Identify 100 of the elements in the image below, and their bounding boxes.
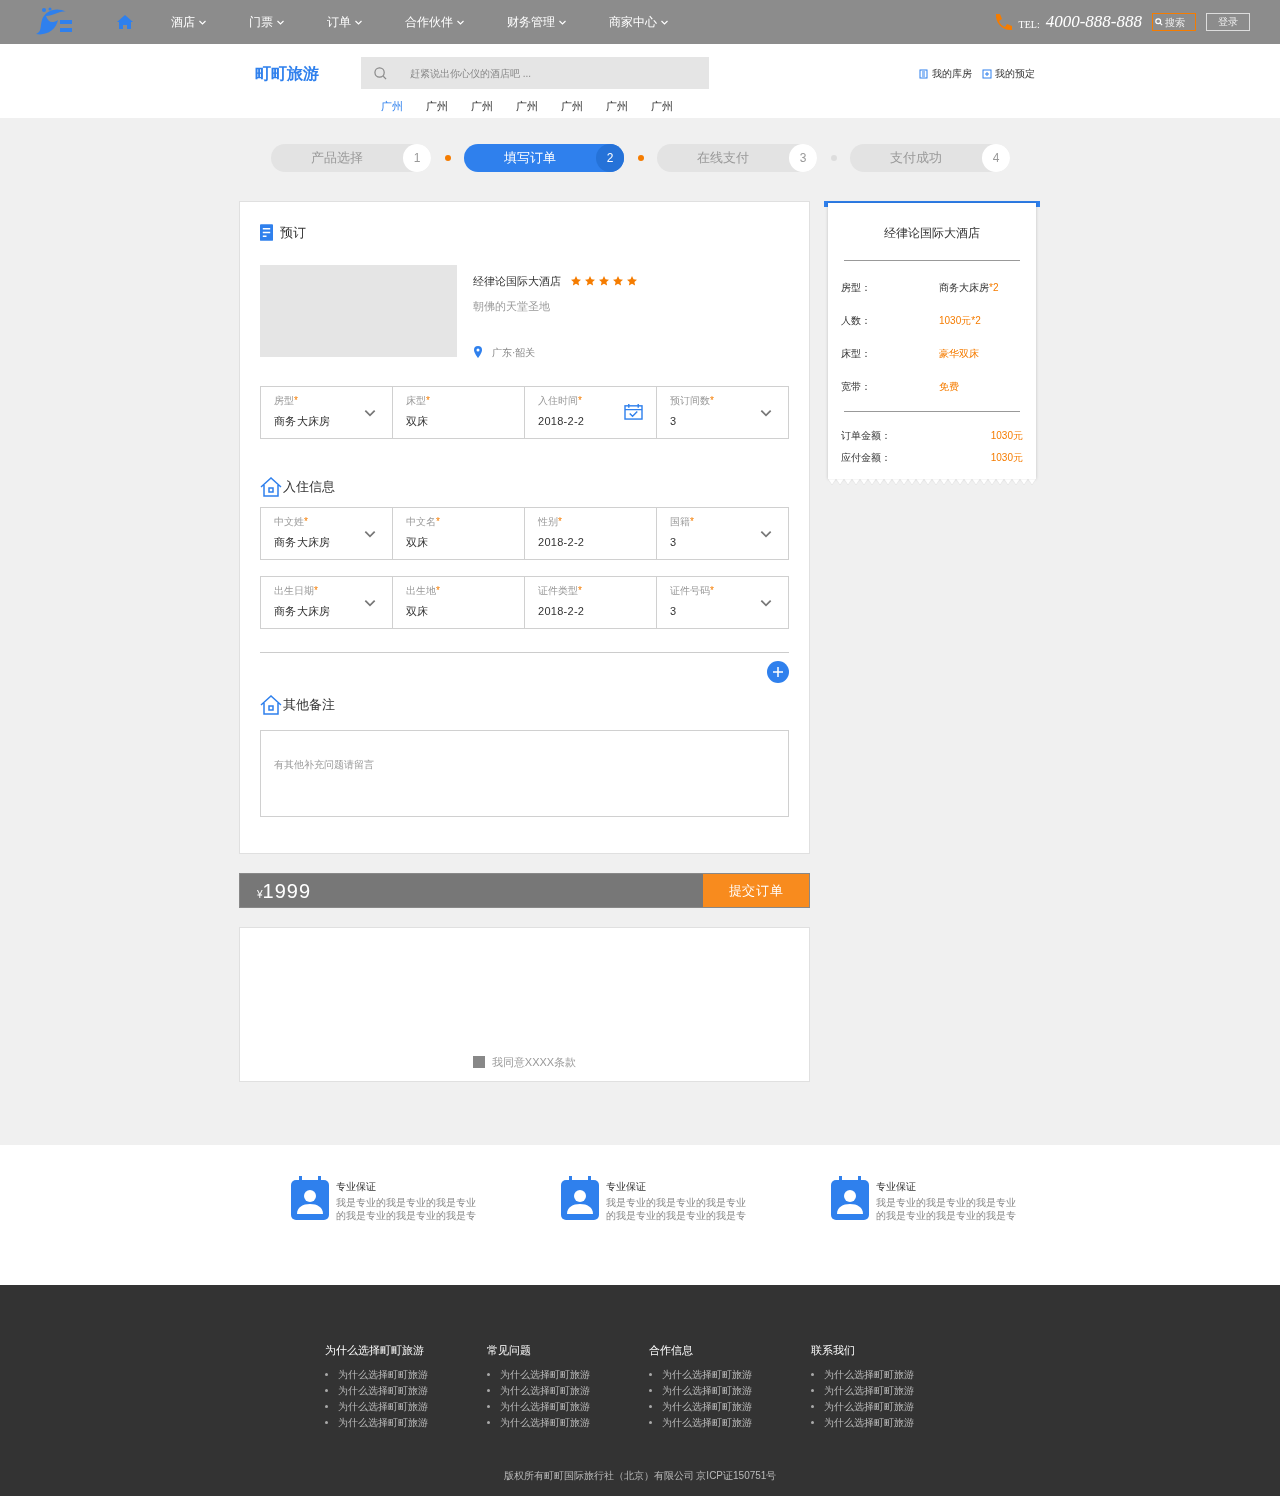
bullet-icon <box>325 1388 328 1392</box>
feature-text: 我是专业的我是专业的我是专业的我是专业的我是专业的我是专 <box>876 1196 1017 1222</box>
house-icon <box>260 476 282 497</box>
checkbox[interactable] <box>472 1055 485 1068</box>
bullet-icon <box>811 1372 814 1376</box>
bullet-icon <box>811 1404 814 1408</box>
footer-link[interactable]: 为什么选择町町旅游 <box>662 1382 752 1398</box>
receipt-value: 商务大床房*2 <box>939 281 999 295</box>
header-link[interactable]: 我的库房 <box>919 66 972 81</box>
receipt-hotel-name: 经律论国际大酒店 <box>883 225 981 242</box>
search-icon <box>374 66 387 80</box>
footer-link[interactable]: 为什么选择町町旅游 <box>824 1366 914 1382</box>
footer-column-title: 常见问题 <box>487 1343 532 1358</box>
plus-icon <box>773 666 783 677</box>
brand-name: 町町旅游 <box>255 64 319 84</box>
footer-column-title: 联系我们 <box>811 1343 856 1358</box>
section-title: 入住信息 <box>283 477 335 496</box>
footer-link[interactable]: 为什么选择町町旅游 <box>824 1414 914 1430</box>
step-label: 支付成功 <box>889 149 943 168</box>
phone-number: 4000-888-888 <box>1045 11 1142 34</box>
receipt-value: 1030元*2 <box>939 314 981 328</box>
footer-link[interactable]: 为什么选择町町旅游 <box>662 1366 752 1382</box>
header-link[interactable]: 我的预定 <box>982 66 1035 81</box>
bullet-icon <box>811 1420 814 1424</box>
city-link[interactable]: 广州 <box>471 98 495 115</box>
receipt-label: 房型： <box>841 281 872 295</box>
receipt-total: 1030元 <box>990 429 1023 443</box>
bullet-icon <box>487 1404 490 1408</box>
footer-link[interactable]: 为什么选择町町旅游 <box>824 1382 914 1398</box>
list-icon <box>919 68 929 79</box>
footer-link[interactable]: 为什么选择町町旅游 <box>338 1398 428 1414</box>
total-price: ¥1999 <box>257 878 312 904</box>
footer-link[interactable]: 为什么选择町町旅游 <box>500 1366 590 1382</box>
footer-link[interactable]: 为什么选择町町旅游 <box>338 1366 428 1382</box>
footer-column-title: 合作信息 <box>649 1343 694 1358</box>
copyright-text: 版权所有町町国际旅行社（北京）有限公司 京ICP证150751号 <box>503 1468 777 1483</box>
receipt-label: 宽带： <box>841 380 872 394</box>
contact-card-icon <box>561 1176 599 1220</box>
bullet-icon <box>487 1388 490 1392</box>
star-icon <box>585 275 595 286</box>
bullet-icon <box>649 1420 652 1424</box>
footer-link[interactable]: 为什么选择町町旅游 <box>500 1414 590 1430</box>
receipt-label: 人数： <box>841 314 872 328</box>
city-link[interactable]: 广州 <box>651 98 675 115</box>
receipt-total: 1030元 <box>990 451 1023 465</box>
city-link[interactable]: 广州 <box>606 98 630 115</box>
step-label: 填写订单 <box>503 149 557 168</box>
footer-link[interactable]: 为什么选择町町旅游 <box>338 1382 428 1398</box>
footer-link[interactable]: 为什么选择町町旅游 <box>338 1414 428 1430</box>
section-title: 其他备注 <box>283 695 335 714</box>
feature-title: 专业保证 <box>606 1180 647 1194</box>
add-button[interactable] <box>767 660 789 683</box>
contact-card-icon <box>291 1176 329 1220</box>
step-number: 3 <box>789 144 817 172</box>
bullet-icon <box>487 1372 490 1376</box>
star-icon <box>613 275 623 286</box>
footer-link[interactable]: 为什么选择町町旅游 <box>662 1398 752 1414</box>
city-link[interactable]: 广州 <box>381 98 405 115</box>
section-title: 预订 <box>280 224 306 242</box>
bullet-icon <box>325 1372 328 1376</box>
footer-link[interactable]: 为什么选择町町旅游 <box>500 1382 590 1398</box>
bullet-icon <box>649 1404 652 1408</box>
star-icon <box>599 275 609 286</box>
bullet-icon <box>325 1404 328 1408</box>
plus-square-icon <box>982 68 992 79</box>
footer-link[interactable]: 为什么选择町町旅游 <box>500 1398 590 1414</box>
step-label: 在线支付 <box>696 149 750 168</box>
receipt-label: 应付金额： <box>841 451 891 465</box>
footer-link[interactable]: 为什么选择町町旅游 <box>662 1414 752 1430</box>
step-number: 4 <box>982 144 1010 172</box>
hotel-name: 经律论国际大酒店 <box>473 273 561 289</box>
city-link[interactable]: 广州 <box>561 98 585 115</box>
city-link[interactable]: 广州 <box>426 98 450 115</box>
feature-title: 专业保证 <box>336 1180 377 1194</box>
footer-link[interactable]: 为什么选择町町旅游 <box>824 1398 914 1414</box>
bullet-icon <box>649 1372 652 1376</box>
house-icon <box>260 694 282 715</box>
step-number: 2 <box>596 144 624 172</box>
receipt-label: 床型： <box>841 347 872 361</box>
city-link[interactable]: 广州 <box>516 98 540 115</box>
notes-field[interactable]: 有其他补充问题请留言 <box>260 729 789 817</box>
bullet-icon <box>487 1420 490 1424</box>
step-number: 1 <box>403 144 431 172</box>
bullet-icon <box>325 1420 328 1424</box>
receipt-value: 免费 <box>939 380 959 394</box>
hotel-subtitle: 朝佛的天堂圣地 <box>473 299 551 314</box>
footer-column-title: 为什么选择町町旅游 <box>325 1343 425 1358</box>
bullet-icon <box>649 1388 652 1392</box>
search-icon <box>1155 18 1163 26</box>
hotel-location: 广东·韶关 <box>492 345 536 360</box>
feature-text: 我是专业的我是专业的我是专业的我是专业的我是专业的我是专 <box>606 1196 747 1222</box>
star-icon <box>627 275 637 286</box>
bullet-icon <box>811 1388 814 1392</box>
receipt-value: 豪华双床 <box>939 347 979 361</box>
step-label: 产品选择 <box>310 149 364 168</box>
receipt-label: 订单金额： <box>841 429 891 443</box>
star-icon <box>571 275 581 286</box>
feature-title: 专业保证 <box>876 1180 917 1194</box>
location-pin-icon <box>473 346 483 358</box>
contact-card-icon <box>831 1176 869 1220</box>
